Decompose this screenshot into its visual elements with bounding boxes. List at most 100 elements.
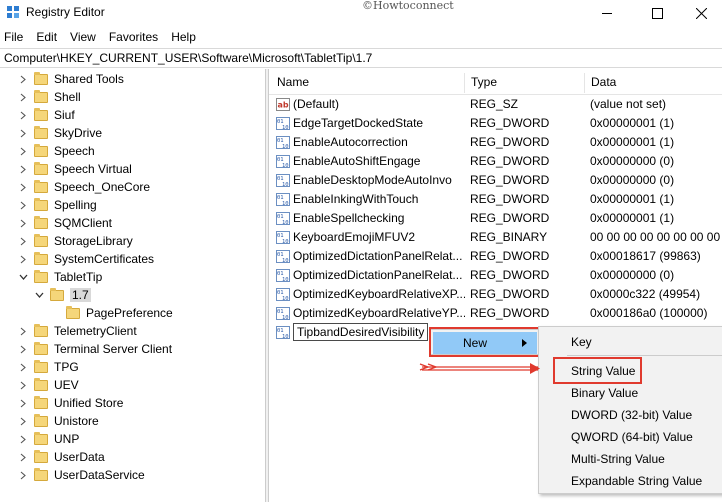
table-row[interactable]: 01 10 OptimizedDictationPanelRelat... REG_D… [269,247,722,266]
table-row[interactable]: 01 10 EdgeTargetDockedState REG_DWORD 0x0000… [269,114,722,133]
binary-value-icon: 0110 [276,117,290,130]
chevron-right-icon[interactable] [18,398,28,408]
tree-item[interactable]: TPG [18,358,79,376]
tree-item[interactable]: SystemCertificates [18,250,154,268]
folder-icon [34,161,48,175]
menu-view[interactable]: View [70,30,96,44]
tree-item[interactable]: StorageLibrary [18,232,133,250]
tree-item[interactable]: Siuf [18,106,75,124]
tree-item-label: SystemCertificates [54,252,155,266]
table-row[interactable]: 01 10 OptimizedKeyboardRelativeXP... REG_DW… [269,285,722,304]
table-row[interactable]: 01 10 EnableAutoShiftEngage REG_DWORD 0x0000… [269,152,722,171]
menu-item-key[interactable]: Key [571,331,592,353]
chevron-right-icon[interactable] [18,470,28,480]
tree-item[interactable]: UserDataService [18,466,145,484]
menu-item-string-value[interactable]: String Value [571,360,635,382]
value-name: OptimizedDictationPanelRelat... [293,249,463,263]
chevron-right-icon[interactable] [18,218,28,228]
chevron-down-icon[interactable] [18,272,28,282]
chevron-right-icon[interactable] [18,326,28,336]
maximize-button[interactable] [634,0,680,26]
tree-item[interactable]: Shell [18,88,81,106]
value-data: 0x000186a0 (100000) [590,306,708,320]
column-name-header[interactable]: Name [270,69,466,95]
menu-item-binary-value[interactable]: Binary Value [571,382,638,404]
folder-icon [34,395,48,409]
tree-item[interactable]: Unified Store [18,394,123,412]
folder-icon [34,125,48,139]
value-name: KeyboardEmojiMFUV2 [293,230,416,244]
tree-item-label: TPG [54,360,79,374]
chevron-right-icon[interactable] [18,182,28,192]
column-data-header[interactable]: Data [584,69,722,95]
tree-item[interactable]: Unistore [18,412,99,430]
value-data: 0x00000000 (0) [590,268,675,282]
tree-item[interactable]: Speech [18,142,95,160]
svg-text:10: 10 [282,182,289,187]
menu-item-multi-string-value[interactable]: Multi-String Value [571,448,665,470]
value-name-edit-field[interactable]: TipbandDesiredVisibility [293,323,429,341]
tree-item[interactable]: Terminal Server Client [18,340,172,358]
chevron-right-icon[interactable] [18,434,28,444]
tree-item[interactable]: SkyDrive [18,124,102,142]
chevron-right-icon[interactable] [18,128,28,138]
chevron-right-icon[interactable] [18,74,28,84]
chevron-down-icon[interactable] [34,290,44,300]
chevron-right-icon[interactable] [18,416,28,426]
close-button[interactable] [678,0,722,26]
chevron-right-icon[interactable] [18,344,28,354]
tree-item[interactable]: Speech_OneCore [18,178,150,196]
menu-item-expandable-string-value[interactable]: Expandable String Value [571,470,702,492]
table-row[interactable]: 01 10 OptimizedDictationPanelRelat... REG_D… [269,266,722,285]
context-menu-new[interactable]: New [433,332,537,354]
menu-item-qword-value[interactable]: QWORD (64-bit) Value [571,426,693,448]
menu-help[interactable]: Help [171,30,196,44]
tree-item[interactable]: Speech Virtual [18,160,132,178]
chevron-right-icon[interactable] [18,110,28,120]
menu-edit[interactable]: Edit [36,30,57,44]
column-type-header[interactable]: Type [464,69,584,95]
chevron-right-icon[interactable] [18,254,28,264]
table-row[interactable]: ab (Default) REG_SZ (value not set) [269,95,722,114]
tree-item[interactable]: Shared Tools [18,70,124,88]
tree-item[interactable]: 1.7 [34,286,91,304]
tree-item-label: UserData [54,450,105,464]
minimize-icon [602,13,612,14]
chevron-right-icon[interactable] [18,164,28,174]
chevron-right-icon[interactable] [18,452,28,462]
value-name: EnableAutoShiftEngage [293,154,421,168]
menu-item-dword-value[interactable]: DWORD (32-bit) Value [571,404,692,426]
chevron-right-icon[interactable] [18,146,28,156]
chevron-right-icon[interactable] [18,92,28,102]
menu-favorites[interactable]: Favorites [109,30,158,44]
tree-item[interactable]: UNP [18,430,79,448]
tree-item[interactable]: PagePreference [50,304,173,322]
table-row[interactable]: 01 10 EnableSpellchecking REG_DWORD 0x000000… [269,209,722,228]
tree-item[interactable]: UserData [18,448,105,466]
chevron-right-icon[interactable] [18,380,28,390]
tree-item[interactable]: Spelling [18,196,97,214]
menu-file[interactable]: File [4,30,23,44]
value-type: REG_DWORD [470,154,550,168]
minimize-button[interactable] [584,0,630,26]
menu-divider [567,355,722,356]
table-row[interactable]: 01 10 EnableDesktopModeAutoInvo REG_DWORD 0x… [269,171,722,190]
folder-icon [34,341,48,355]
table-row[interactable]: 01 10 OptimizedKeyboardRelativeYP... REG_DW… [269,304,722,323]
chevron-right-icon[interactable] [18,236,28,246]
chevron-right-icon[interactable] [18,200,28,210]
tree-item[interactable]: UEV [18,376,79,394]
value-type: REG_DWORD [470,135,550,149]
tree-item[interactable]: TelemetryClient [18,322,137,340]
table-row[interactable]: 01 10 EnableAutocorrection REG_DWORD 0x00000… [269,133,722,152]
tree-item-label: Speech [54,144,95,158]
tree-item[interactable]: TabletTip [18,268,102,286]
folder-icon [34,449,48,463]
tree-item-label: UNP [54,432,80,446]
table-row[interactable]: 01 10 KeyboardEmojiMFUV2 REG_BINARY 00 00 00… [269,228,722,247]
address-bar[interactable]: Computer\HKEY_CURRENT_USER\Software\Micr… [0,48,722,68]
key-tree-pane[interactable]: Shared Tools Shell Siuf SkyDrive Speech Speec… [0,69,265,502]
tree-item[interactable]: SQMClient [18,214,112,232]
table-row[interactable]: 01 10 EnableInkingWithTouch REG_DWORD 0x0000… [269,190,722,209]
chevron-right-icon[interactable] [18,362,28,372]
